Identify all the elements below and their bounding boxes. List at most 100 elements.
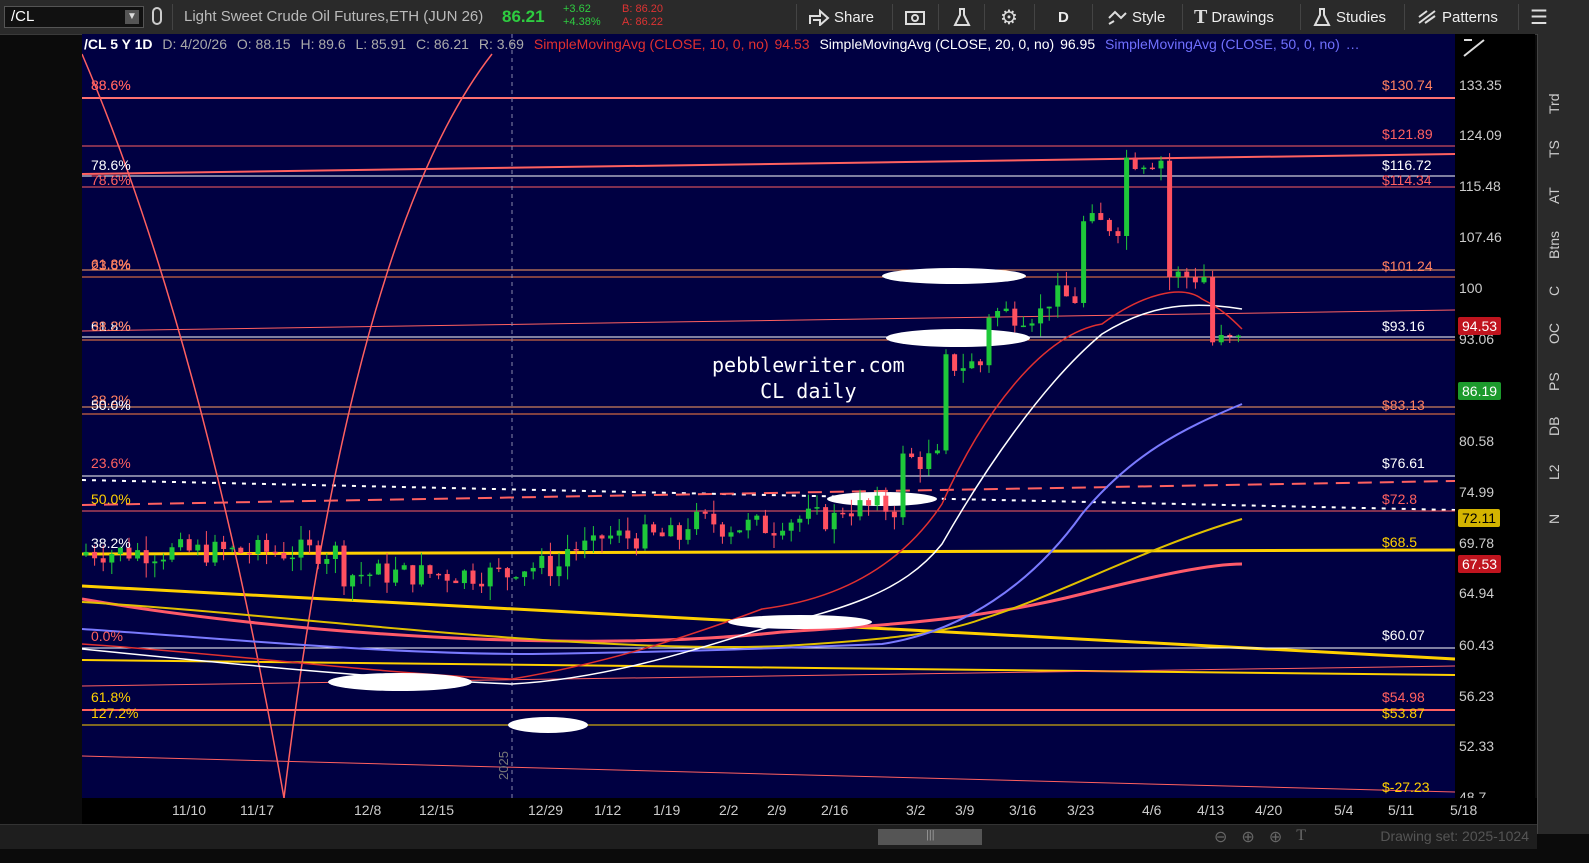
price-tick: 56.23 (1459, 688, 1495, 704)
level-label: $72.8 (1382, 491, 1418, 507)
fib-label: 50.0% (91, 491, 131, 507)
right-tab-oc[interactable]: OC (1546, 323, 1562, 344)
style-label: Style (1132, 8, 1166, 26)
list-icon: ☰ (1530, 6, 1548, 29)
text-tool-icon[interactable]: T (1296, 827, 1306, 847)
fib-label: 0.0% (91, 628, 123, 644)
price-tag: 86.19 (1458, 382, 1502, 400)
right-tab-trd[interactable]: Trd (1546, 94, 1562, 114)
level-label: $114.34 (1382, 172, 1432, 188)
chart-legend: /CL 5 Y 1D D: 4/20/26 O: 88.15 H: 89.6 L… (84, 36, 1366, 52)
time-tick: 11/17 (240, 802, 274, 818)
price-tag: 72.11 (1458, 509, 1500, 527)
right-tab-n[interactable]: N (1546, 514, 1562, 524)
time-tick: 12/29 (528, 802, 564, 818)
zoom-in-icon[interactable]: ⊕ (1241, 827, 1254, 847)
price-tag: 94.53 (1458, 317, 1502, 335)
legend-date: D: 4/20/26 (162, 36, 227, 52)
flask-icon (1313, 8, 1331, 26)
legend-header[interactable]: /CL 5 Y 1D (84, 36, 152, 52)
right-tab-ps[interactable]: PS (1546, 372, 1562, 391)
price-tag: 67.53 (1458, 555, 1502, 573)
price-tick: 115.48 (1459, 178, 1501, 194)
legend-sma20[interactable]: SimpleMovingAvg (CLOSE, 20, 0, no) (819, 36, 1054, 52)
legend-sma10[interactable]: SimpleMovingAvg (CLOSE, 10, 0, no) (534, 36, 769, 52)
watermark-line2: CL daily (760, 379, 857, 403)
year-marker: 2025 (496, 751, 511, 780)
fib-label: 78.6% (91, 157, 131, 173)
time-tick: 4/6 (1142, 802, 1162, 818)
time-tick: 3/16 (1009, 802, 1037, 818)
horizontal-scrollbar[interactable]: ||| ⊖ ⊕ ⊕ T Drawing set: 2025-1024 (0, 824, 1537, 849)
price-tick: 80.58 (1459, 433, 1495, 449)
patterns-button[interactable]: Patterns (1416, 6, 1498, 28)
level-label: $93.16 (1382, 318, 1425, 334)
right-sidebar-tabs: Trd TS AT Btns C OC PS DB L2 N (1537, 34, 1589, 834)
level-label: $53.87 (1382, 705, 1425, 721)
price-tick: 124.09 (1459, 127, 1502, 143)
fib-label: 78.6% (91, 172, 131, 188)
time-tick: 5/18 (1450, 802, 1478, 818)
gear-icon: ⚙ (1000, 6, 1018, 29)
right-tab-at[interactable]: AT (1546, 187, 1562, 204)
link-icon[interactable] (150, 6, 164, 26)
share-icon (809, 8, 830, 26)
time-tick: 3/23 (1067, 802, 1095, 818)
lab-button[interactable] (952, 6, 972, 28)
pattern-icon (1418, 10, 1436, 24)
zoom-out-icon[interactable]: ⊖ (1214, 827, 1227, 847)
price-tick: 74.99 (1459, 484, 1495, 500)
ask-price: A: 86.22 (622, 16, 663, 28)
studies-button[interactable]: Studies (1312, 6, 1386, 28)
time-tick: 11/10 (172, 802, 206, 818)
bid-price: B: 86.20 (622, 3, 663, 15)
share-button[interactable]: Share (808, 6, 874, 28)
time-tick: 1/12 (594, 802, 622, 818)
price-tick: 64.94 (1459, 585, 1495, 601)
drawings-button[interactable]: T Drawings (1194, 6, 1274, 28)
snapshot-button[interactable] (904, 6, 926, 28)
fib-label: 38.2% (91, 535, 131, 551)
share-label: Share (834, 8, 875, 26)
trend-tool-icon[interactable] (1462, 36, 1486, 63)
price-tick: 107.46 (1459, 229, 1502, 245)
right-tab-db[interactable]: DB (1546, 417, 1562, 436)
fib-label: 61.8% (91, 689, 131, 705)
style-button[interactable]: Style (1106, 6, 1165, 28)
menu-button[interactable]: ☰ (1530, 6, 1548, 29)
price-chart[interactable] (82, 34, 1455, 798)
price-tick: 133.35 (1459, 77, 1502, 93)
symbol-input[interactable]: /CL ▼ (4, 6, 144, 28)
text-tool-icon: T (1194, 5, 1208, 28)
level-label: $54.98 (1382, 689, 1425, 705)
settings-button[interactable]: ⚙ (1000, 6, 1018, 29)
time-tick: 3/9 (955, 802, 975, 818)
legend-sma20-value: 96.95 (1060, 36, 1096, 52)
time-tick: 2/9 (767, 802, 787, 818)
instrument-name: Light Sweet Crude Oil Futures,ETH (JUN 2… (184, 8, 484, 25)
time-axis[interactable]: 11/10 11/17 12/8 12/15 12/29 1/12 1/19 2/2 2/9 2/… (82, 798, 1537, 824)
level-label: $-27.23 (1382, 779, 1430, 795)
time-tick: 4/20 (1255, 802, 1283, 818)
right-tab-btns[interactable]: Btns (1546, 231, 1562, 259)
fib-label: 127.2% (91, 705, 139, 721)
last-price: 86.21 (502, 7, 545, 26)
legend-sma50[interactable]: SimpleMovingAvg (CLOSE, 50, 0, no) (1105, 36, 1340, 52)
period-button[interactable]: D (1058, 6, 1069, 28)
price-axis[interactable]: 133.35124.09115.48107.4610093.0686.1980.… (1455, 34, 1535, 805)
symbol-text: /CL (11, 8, 35, 25)
price-change-pct: +4.38% (563, 16, 601, 28)
time-tick: 2/16 (821, 802, 849, 818)
time-tick: 12/8 (354, 802, 382, 818)
crosshair-icon[interactable]: ⊕ (1269, 827, 1282, 847)
time-tick: 2/2 (719, 802, 739, 818)
drawing-set-label[interactable]: Drawing set: 2025-1024 (1380, 828, 1529, 844)
scroll-thumb[interactable]: ||| (878, 829, 982, 845)
right-tab-ts[interactable]: TS (1546, 140, 1562, 158)
chevron-down-icon[interactable]: ▼ (125, 10, 139, 24)
right-tab-l2[interactable]: L2 (1546, 464, 1562, 480)
time-tick: 5/4 (1334, 802, 1354, 818)
legend-sma10-value: 94.53 (774, 36, 810, 52)
camera-icon (905, 11, 925, 25)
right-tab-c[interactable]: C (1546, 286, 1562, 296)
